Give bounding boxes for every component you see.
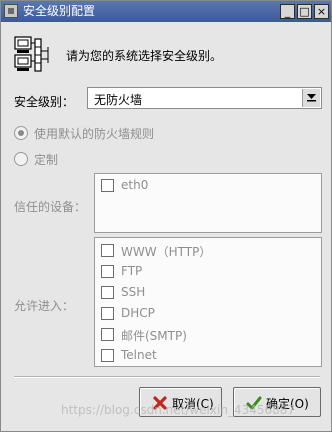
watermark: https://blog.csdn.net/weixin_43456887 <box>61 403 296 417</box>
maximize-button[interactable]: □ <box>297 4 312 19</box>
radio-custom[interactable] <box>14 152 28 166</box>
close-button[interactable]: × <box>314 4 329 19</box>
security-level-value: 无防火墙 <box>94 93 143 107</box>
service-label: Telnet <box>121 348 157 362</box>
security-level-select[interactable]: 无防火墙 <box>87 87 322 109</box>
checkbox-ssh[interactable] <box>101 286 114 299</box>
service-label: FTP <box>121 264 143 278</box>
dropdown-button[interactable] <box>302 89 320 107</box>
allow-incoming-list[interactable]: WWW（HTTP） FTP SSH DHCP 邮件(SMTP) Telnet <box>94 237 322 367</box>
checkbox-smtp[interactable] <box>101 328 114 341</box>
service-label: 邮件(SMTP) <box>121 329 187 343</box>
service-label: WWW（HTTP） <box>121 245 212 259</box>
allow-incoming-label: 允许进入： <box>14 299 75 313</box>
minimize-button[interactable]: _ <box>280 4 295 19</box>
radio-default-rules-label[interactable]: 使用默认的防火墙规则 <box>34 125 154 142</box>
checkbox-www[interactable] <box>101 244 114 257</box>
checkbox-telnet[interactable] <box>101 349 114 362</box>
checkbox-eth0[interactable] <box>101 179 114 192</box>
separator <box>14 376 320 378</box>
window-title: 安全级别配置 <box>23 4 96 18</box>
chevron-down-icon <box>307 94 316 102</box>
security-config-window: 安全级别配置 _ □ × 请为您的系统选择安全级别。 安全级别： 无防火墙 使用… <box>0 0 332 432</box>
device-label: eth0 <box>121 178 149 192</box>
radio-custom-label[interactable]: 定制 <box>34 151 58 168</box>
radio-default-rules[interactable] <box>14 126 28 140</box>
header-instruction: 请为您的系统选择安全级别。 <box>66 49 223 63</box>
security-level-label: 安全级别： <box>14 95 75 109</box>
firewall-computers-icon <box>14 36 49 72</box>
service-label: SSH <box>121 285 146 299</box>
service-label: DHCP <box>121 306 155 320</box>
trusted-devices-label: 信任的设备： <box>14 200 87 214</box>
trusted-devices-list[interactable]: eth0 <box>94 173 322 233</box>
window-menu-icon[interactable] <box>4 4 18 18</box>
title-bar[interactable]: 安全级别配置 _ □ × <box>1 1 331 22</box>
dialog-header: 请为您的系统选择安全级别。 <box>14 35 324 75</box>
checkbox-dhcp[interactable] <box>101 307 114 320</box>
checkbox-ftp[interactable] <box>101 265 114 278</box>
